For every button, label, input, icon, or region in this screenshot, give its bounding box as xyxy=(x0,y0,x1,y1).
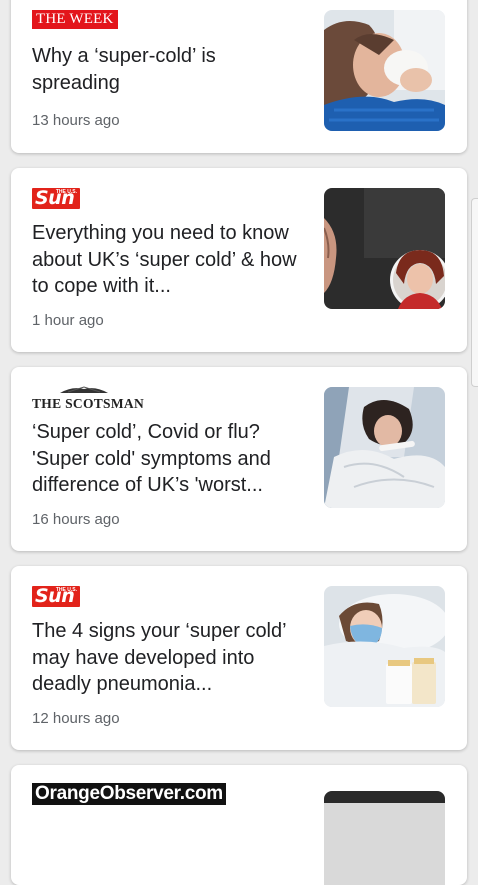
article-card[interactable]: THE SCOTSMAN ‘Super cold’, Covid or flu?… xyxy=(11,367,467,551)
source-logo-orange-observer: OrangeObserver.com xyxy=(32,783,226,805)
article-time: 13 hours ago xyxy=(32,112,120,129)
article-time: 16 hours ago xyxy=(32,511,120,528)
source-logo-the-sun: Sun THE U.S. xyxy=(32,585,80,607)
article-time: 12 hours ago xyxy=(32,710,120,727)
sick-woman-mask-image xyxy=(324,586,445,707)
article-title[interactable]: Why a ‘super-cold’ is spreading xyxy=(32,43,307,96)
scotsman-logo-text: THE SCOTSMAN xyxy=(32,396,144,411)
woman-in-bed-image xyxy=(324,387,445,508)
source-logo-the-scotsman: THE SCOTSMAN xyxy=(32,385,144,413)
person-sneezing-image xyxy=(324,10,445,131)
article-card[interactable]: OrangeObserver.com xyxy=(11,765,467,885)
news-feed: THE WEEK Why a ‘super-cold’ is spreading… xyxy=(0,0,478,885)
article-card[interactable]: Sun THE U.S. The 4 signs your ‘super col… xyxy=(11,566,467,750)
article-title[interactable]: ‘Super cold’, Covid or flu? 'Super cold'… xyxy=(32,419,307,499)
article-time: 1 hour ago xyxy=(32,312,104,329)
edge-panel-handle[interactable] xyxy=(471,198,478,387)
article-card[interactable]: THE WEEK Why a ‘super-cold’ is spreading… xyxy=(11,0,467,153)
article-thumbnail[interactable] xyxy=(324,188,445,309)
article-title[interactable]: Everything you need to know about UK’s ‘… xyxy=(32,220,307,300)
article-title[interactable]: The 4 signs your ‘super cold’ may have d… xyxy=(32,618,307,698)
article-thumbnail[interactable] xyxy=(324,387,445,508)
thistle-icon xyxy=(60,386,108,393)
article-thumbnail[interactable] xyxy=(324,586,445,707)
article-thumbnail[interactable] xyxy=(324,10,445,131)
article-image xyxy=(324,791,445,885)
source-logo-the-week: THE WEEK xyxy=(32,10,118,29)
woman-cold-image xyxy=(324,188,445,309)
sun-logo-small-text: THE U.S. xyxy=(55,189,77,195)
article-card[interactable]: Sun THE U.S. Everything you need to know… xyxy=(11,168,467,352)
source-logo-the-sun: Sun THE U.S. xyxy=(32,187,80,209)
sun-logo-small-text: THE U.S. xyxy=(55,587,77,593)
article-thumbnail[interactable] xyxy=(324,791,445,885)
